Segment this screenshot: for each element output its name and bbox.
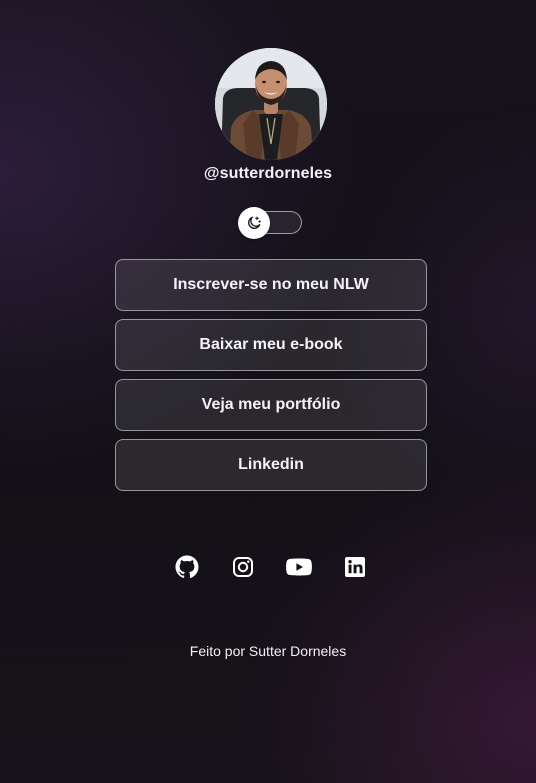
- link-button-ebook[interactable]: Baixar meu e-book: [115, 319, 427, 371]
- instagram-link[interactable]: [231, 555, 255, 579]
- list-item: Baixar meu e-book: [115, 319, 427, 371]
- linkedin-icon: [345, 557, 365, 577]
- linkedin-link[interactable]: [343, 555, 367, 579]
- moon-stars-icon: [248, 216, 261, 229]
- link-button-linkedin[interactable]: Linkedin: [115, 439, 427, 491]
- github-link[interactable]: [175, 555, 199, 579]
- youtube-icon: [286, 558, 312, 576]
- list-item: Veja meu portfólio: [115, 379, 427, 431]
- list-item: Inscrever-se no meu NLW: [115, 259, 427, 311]
- list-item: Linkedin: [115, 439, 427, 491]
- avatar-photo: [215, 48, 327, 160]
- username: @sutterdorneles: [203, 165, 333, 182]
- avatar: [215, 48, 327, 160]
- profile-page: @sutterdorneles Inscrever-se no meu NLW …: [0, 0, 536, 783]
- footer-credit: Feito por Sutter Dorneles: [189, 643, 347, 659]
- social-links: [0, 555, 536, 579]
- github-icon: [175, 555, 199, 578]
- link-button-nlw[interactable]: Inscrever-se no meu NLW: [115, 259, 427, 311]
- instagram-icon: [233, 557, 253, 577]
- youtube-link[interactable]: [286, 555, 312, 579]
- theme-toggle[interactable]: [238, 207, 303, 239]
- links-list: Inscrever-se no meu NLW Baixar meu e-boo…: [115, 259, 427, 499]
- theme-toggle-knob[interactable]: [238, 207, 270, 239]
- link-button-portfolio[interactable]: Veja meu portfólio: [115, 379, 427, 431]
